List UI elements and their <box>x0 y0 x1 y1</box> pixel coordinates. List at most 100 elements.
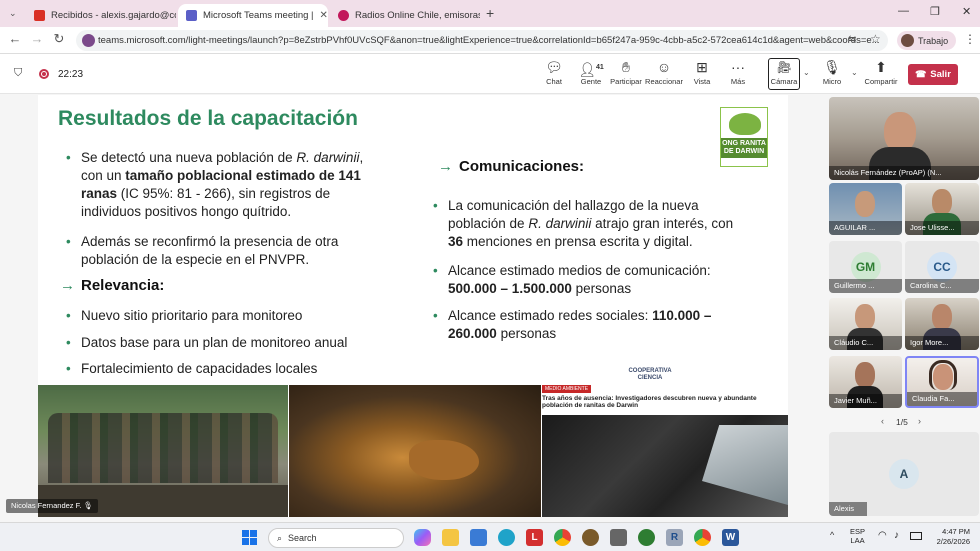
new-tab-button[interactable]: + <box>486 5 494 21</box>
share-button[interactable]: ⬆ Compartir <box>861 59 901 86</box>
wifi-icon[interactable]: ◠ <box>878 530 887 541</box>
camera-off-icon: 🎥︎ <box>776 60 792 74</box>
text: Nuevo sitio prioritario para monitoreo <box>81 308 303 323</box>
next-page-button[interactable]: › <box>918 416 921 426</box>
chat-button[interactable]: 💬︎ Chat <box>534 59 574 86</box>
news-tag: MEDIO AMBIENTE <box>542 385 592 393</box>
network-app-icon[interactable] <box>610 529 627 546</box>
windows-start-icon[interactable] <box>242 530 257 545</box>
self-tile[interactable]: A Alexis <box>829 432 979 516</box>
battery-icon[interactable] <box>910 532 922 540</box>
tab-teams[interactable]: Microsoft Teams meeting | ✕ <box>178 4 328 27</box>
more-button[interactable]: ··· Más <box>718 59 758 86</box>
comms-bullet-1: La comunicación del hallazgo de la nueva… <box>433 197 738 251</box>
chrome-icon[interactable] <box>554 529 571 546</box>
people-label: Gente <box>580 77 602 86</box>
address-bar: ← → ↻ teams.microsoft.com/light-meetings… <box>0 27 980 54</box>
language-indicator[interactable]: ESP LAA <box>850 527 865 545</box>
volume-icon[interactable]: ♪ <box>894 530 899 541</box>
leave-button[interactable]: ☎ Salir <box>908 64 958 85</box>
tab-gmail[interactable]: Recibidos - alexis.gajardo@co ✕ <box>26 4 176 27</box>
menu-icon[interactable]: ⋮ <box>964 32 976 46</box>
gmail-icon <box>34 10 45 21</box>
mic-button[interactable]: 🎙︎ Micro <box>812 59 852 86</box>
app-icon[interactable] <box>582 529 599 546</box>
species-name: R. darwinii <box>528 216 592 231</box>
tab-radios[interactable]: Radios Online Chile, emisoras o ✕ <box>330 4 480 27</box>
react-button[interactable]: ☺ Reaccionar <box>644 59 684 86</box>
app-l-icon[interactable]: L <box>526 529 543 546</box>
tab-search-icon[interactable]: ⌄ <box>9 8 21 20</box>
shield-icon[interactable]: ⛉ <box>14 67 22 80</box>
participant-tile[interactable]: AGUILAR ... <box>829 183 902 235</box>
participants-panel: Nicolás Fernández (ProAP) (N... AGUILAR … <box>826 94 980 522</box>
chevron-up-icon[interactable]: ^ <box>830 530 834 540</box>
participant-name: Nicolás Fernández (ProAP) (N... <box>829 166 979 180</box>
heading-text: Comunicaciones: <box>459 158 585 175</box>
relevancia-heading: → Relevancia: <box>60 277 164 294</box>
chevron-down-icon[interactable]: ⌄ <box>851 68 858 77</box>
slide-title: Resultados de la capacitación <box>58 107 358 130</box>
r-app-icon[interactable]: R <box>666 529 683 546</box>
leave-label: Salir <box>930 69 951 80</box>
store-icon[interactable] <box>470 529 487 546</box>
browser-tab-strip: ⌄ Recibidos - alexis.gajardo@co ✕ Micros… <box>0 0 980 27</box>
species-name: R. darwinii <box>296 150 360 165</box>
forward-button[interactable]: → <box>28 31 46 46</box>
result-bullet-1: Se detectó una nueva población de R. dar… <box>66 149 383 221</box>
teams-icon <box>186 10 197 21</box>
maximize-button[interactable]: ❐ <box>930 5 940 18</box>
close-icon[interactable]: ✕ <box>314 10 328 21</box>
translate-icon[interactable]: ⇆ <box>848 34 856 45</box>
participant-tile[interactable]: Jose Ulisse... <box>905 183 979 235</box>
view-label: Vista <box>693 77 711 86</box>
shared-content-stage: Resultados de la capacitación ONG RANITA… <box>0 94 826 522</box>
participant-name: AGUILAR ... <box>829 221 902 235</box>
prev-page-button[interactable]: ‹ <box>881 416 884 426</box>
react-label: Reaccionar <box>645 77 683 86</box>
more-icon: ··· <box>731 59 745 75</box>
logo-text: ONG RANITA DE DARWIN <box>721 138 767 158</box>
participant-name: Jose Ulisse... <box>905 221 979 235</box>
chat-icon: 💬︎ <box>545 59 563 75</box>
participant-tile[interactable]: CC Carolina C... <box>905 241 979 293</box>
copilot-icon[interactable] <box>414 529 431 546</box>
participant-tile[interactable]: Igor More... <box>905 298 979 350</box>
app-icon[interactable] <box>638 529 655 546</box>
participant-tile[interactable]: Javier Muñ... <box>829 356 902 408</box>
share-icon: ⬆ <box>875 59 887 75</box>
participant-tile[interactable]: Cláudio C... <box>829 298 902 350</box>
more-label: Más <box>730 77 746 86</box>
file-explorer-icon[interactable] <box>442 529 459 546</box>
text: menciones en prensa escrita y digital. <box>463 234 693 249</box>
mic-off-icon: 🎙︎ <box>83 501 94 510</box>
bookmark-star-icon[interactable]: ☆ <box>870 32 881 46</box>
url-field[interactable]: teams.microsoft.com/light-meetings/launc… <box>76 30 888 51</box>
media-reach: 500.000 – 1.500.000 <box>448 281 572 296</box>
participant-tile-speaking[interactable]: Claudia Fa... <box>905 356 979 408</box>
phone-hangup-icon: ☎ <box>915 69 927 79</box>
participant-tile-main[interactable]: Nicolás Fernández (ProAP) (N... <box>829 97 979 180</box>
frog-photo <box>289 385 541 517</box>
clock[interactable]: 4:47 PM 2/26/2026 <box>928 527 970 547</box>
raise-hand-button[interactable]: ✋︎ Participar <box>606 59 646 86</box>
chevron-down-icon[interactable]: ⌄ <box>803 68 810 77</box>
text: (IC 95%: 81 - 266), sin registros de ind… <box>81 186 331 219</box>
site-info-icon[interactable] <box>82 34 95 47</box>
back-button[interactable]: ← <box>6 31 24 46</box>
profile-chip[interactable]: Trabajo <box>897 31 957 50</box>
chrome-icon[interactable] <box>694 529 711 546</box>
reload-button[interactable]: ↻ <box>50 31 68 47</box>
camera-button[interactable]: 🎥︎ Cámara <box>768 58 800 90</box>
comms-bullet-3: Alcance estimado redes sociales: 110.000… <box>433 307 740 343</box>
participant-name: Guillermo ... <box>829 279 902 293</box>
participant-tile[interactable]: GM Guillermo ... <box>829 241 902 293</box>
edge-icon[interactable] <box>498 529 515 546</box>
word-icon[interactable]: W <box>722 529 739 546</box>
view-button[interactable]: ⊞ Vista <box>682 59 722 86</box>
minimize-button[interactable]: — <box>898 5 909 17</box>
taskbar-search-box[interactable]: ⌕ Search <box>268 528 404 548</box>
window-close-button[interactable]: ✕ <box>962 5 971 18</box>
people-button[interactable]: 👤︎41 Gente <box>571 59 611 86</box>
people-icon: 👤︎41 <box>578 61 604 78</box>
